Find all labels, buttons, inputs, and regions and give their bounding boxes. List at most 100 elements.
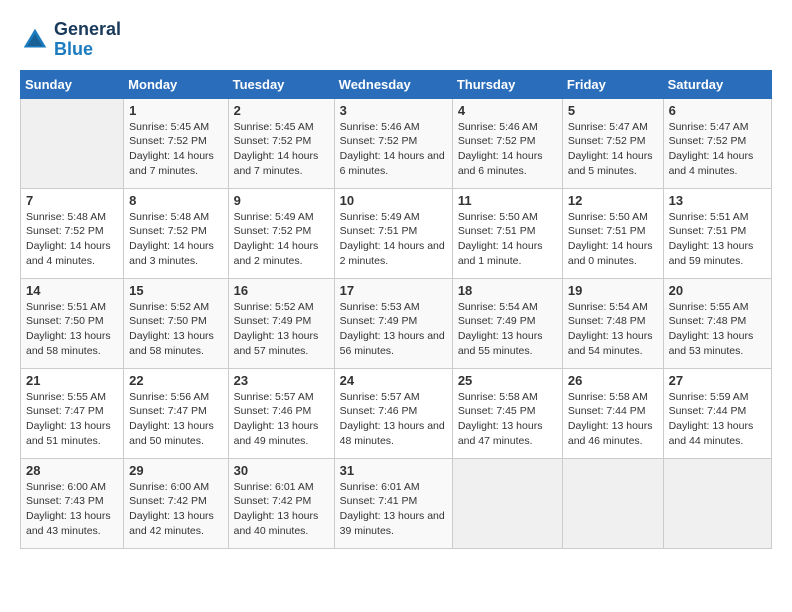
calendar-cell: 10Sunrise: 5:49 AMSunset: 7:51 PMDayligh… bbox=[334, 188, 452, 278]
weekday-header-monday: Monday bbox=[124, 70, 228, 98]
cell-sun-info: Sunrise: 5:45 AMSunset: 7:52 PMDaylight:… bbox=[129, 120, 222, 179]
calendar-week-row: 7Sunrise: 5:48 AMSunset: 7:52 PMDaylight… bbox=[21, 188, 772, 278]
calendar-cell: 5 Sunrise: 5:47 AMSunset: 7:52 PMDaylight… bbox=[562, 98, 663, 188]
weekday-header-saturday: Saturday bbox=[663, 70, 771, 98]
cell-sun-info: Sunrise: 5:54 AMSunset: 7:49 PMDaylight:… bbox=[458, 300, 557, 359]
calendar-week-row: 28Sunrise: 6:00 AMSunset: 7:43 PMDayligh… bbox=[21, 458, 772, 548]
cell-sun-info: Sunrise: 5:49 AMSunset: 7:52 PMDaylight:… bbox=[234, 210, 329, 269]
cell-sun-info: Sunrise: 5:50 AMSunset: 7:51 PMDaylight:… bbox=[458, 210, 557, 269]
day-number: 29 bbox=[129, 463, 222, 478]
day-number: 17 bbox=[340, 283, 447, 298]
cell-sun-info: Sunrise: 5:56 AMSunset: 7:47 PMDaylight:… bbox=[129, 390, 222, 449]
calendar-cell: 23 Sunrise: 5:57 AMSunset: 7:46 PMDayligh… bbox=[228, 368, 334, 458]
calendar-cell: 24 Sunrise: 5:57 AMSunset: 7:46 PMDayligh… bbox=[334, 368, 452, 458]
day-number: 22 bbox=[129, 373, 222, 388]
day-number: 12 bbox=[568, 193, 658, 208]
day-number: 26 bbox=[568, 373, 658, 388]
cell-sun-info: Sunrise: 5:48 AMSunset: 7:52 PMDaylight:… bbox=[26, 210, 118, 269]
calendar-cell: 7Sunrise: 5:48 AMSunset: 7:52 PMDaylight… bbox=[21, 188, 124, 278]
logo: General Blue bbox=[20, 20, 121, 60]
day-number: 9 bbox=[234, 193, 329, 208]
cell-sun-info: Sunrise: 6:01 AMSunset: 7:41 PMDaylight:… bbox=[340, 480, 447, 539]
calendar-cell bbox=[663, 458, 771, 548]
day-number: 30 bbox=[234, 463, 329, 478]
cell-sun-info: Sunrise: 6:00 AMSunset: 7:42 PMDaylight:… bbox=[129, 480, 222, 539]
cell-sun-info: Sunrise: 5:51 AMSunset: 7:51 PMDaylight:… bbox=[669, 210, 766, 269]
calendar-cell: 4 Sunrise: 5:46 AMSunset: 7:52 PMDaylight… bbox=[452, 98, 562, 188]
day-number: 15 bbox=[129, 283, 222, 298]
calendar-cell: 19Sunrise: 5:54 AMSunset: 7:48 PMDayligh… bbox=[562, 278, 663, 368]
cell-sun-info: Sunrise: 5:57 AMSunset: 7:46 PMDaylight:… bbox=[340, 390, 447, 449]
cell-sun-info: Sunrise: 5:57 AMSunset: 7:46 PMDaylight:… bbox=[234, 390, 329, 449]
calendar-cell: 15 Sunrise: 5:52 AMSunset: 7:50 PMDayligh… bbox=[124, 278, 228, 368]
cell-sun-info: Sunrise: 5:52 AMSunset: 7:50 PMDaylight:… bbox=[129, 300, 222, 359]
day-number: 5 bbox=[568, 103, 658, 118]
calendar-cell: 11Sunrise: 5:50 AMSunset: 7:51 PMDayligh… bbox=[452, 188, 562, 278]
cell-sun-info: Sunrise: 5:50 AMSunset: 7:51 PMDaylight:… bbox=[568, 210, 658, 269]
calendar-cell bbox=[562, 458, 663, 548]
day-number: 23 bbox=[234, 373, 329, 388]
calendar-cell: 6Sunrise: 5:47 AMSunset: 7:52 PMDaylight… bbox=[663, 98, 771, 188]
cell-sun-info: Sunrise: 5:46 AMSunset: 7:52 PMDaylight:… bbox=[458, 120, 557, 179]
cell-sun-info: Sunrise: 5:59 AMSunset: 7:44 PMDaylight:… bbox=[669, 390, 766, 449]
calendar-cell: 30 Sunrise: 6:01 AMSunset: 7:42 PMDayligh… bbox=[228, 458, 334, 548]
day-number: 24 bbox=[340, 373, 447, 388]
calendar-cell: 2 Sunrise: 5:45 AMSunset: 7:52 PMDaylight… bbox=[228, 98, 334, 188]
weekday-header-friday: Friday bbox=[562, 70, 663, 98]
cell-sun-info: Sunrise: 5:46 AMSunset: 7:52 PMDaylight:… bbox=[340, 120, 447, 179]
calendar-cell: 13 Sunrise: 5:51 AMSunset: 7:51 PMDayligh… bbox=[663, 188, 771, 278]
cell-sun-info: Sunrise: 5:58 AMSunset: 7:44 PMDaylight:… bbox=[568, 390, 658, 449]
cell-sun-info: Sunrise: 5:47 AMSunset: 7:52 PMDaylight:… bbox=[568, 120, 658, 179]
weekday-header-wednesday: Wednesday bbox=[334, 70, 452, 98]
weekday-header-sunday: Sunday bbox=[21, 70, 124, 98]
calendar-week-row: 21 Sunrise: 5:55 AMSunset: 7:47 PMDayligh… bbox=[21, 368, 772, 458]
calendar-table: SundayMondayTuesdayWednesdayThursdayFrid… bbox=[20, 70, 772, 549]
calendar-cell: 1 Sunrise: 5:45 AMSunset: 7:52 PMDaylight… bbox=[124, 98, 228, 188]
weekday-header-row: SundayMondayTuesdayWednesdayThursdayFrid… bbox=[21, 70, 772, 98]
cell-sun-info: Sunrise: 5:55 AMSunset: 7:48 PMDaylight:… bbox=[669, 300, 766, 359]
day-number: 2 bbox=[234, 103, 329, 118]
day-number: 8 bbox=[129, 193, 222, 208]
calendar-cell bbox=[21, 98, 124, 188]
calendar-cell: 25 Sunrise: 5:58 AMSunset: 7:45 PMDayligh… bbox=[452, 368, 562, 458]
day-number: 14 bbox=[26, 283, 118, 298]
calendar-cell: 9 Sunrise: 5:49 AMSunset: 7:52 PMDaylight… bbox=[228, 188, 334, 278]
day-number: 4 bbox=[458, 103, 557, 118]
cell-sun-info: Sunrise: 5:58 AMSunset: 7:45 PMDaylight:… bbox=[458, 390, 557, 449]
calendar-cell: 27 Sunrise: 5:59 AMSunset: 7:44 PMDayligh… bbox=[663, 368, 771, 458]
calendar-cell: 20 Sunrise: 5:55 AMSunset: 7:48 PMDayligh… bbox=[663, 278, 771, 368]
calendar-cell: 29 Sunrise: 6:00 AMSunset: 7:42 PMDayligh… bbox=[124, 458, 228, 548]
calendar-cell: 21 Sunrise: 5:55 AMSunset: 7:47 PMDayligh… bbox=[21, 368, 124, 458]
cell-sun-info: Sunrise: 5:55 AMSunset: 7:47 PMDaylight:… bbox=[26, 390, 118, 449]
calendar-cell: 16Sunrise: 5:52 AMSunset: 7:49 PMDayligh… bbox=[228, 278, 334, 368]
day-number: 20 bbox=[669, 283, 766, 298]
day-number: 21 bbox=[26, 373, 118, 388]
cell-sun-info: Sunrise: 5:47 AMSunset: 7:52 PMDaylight:… bbox=[669, 120, 766, 179]
cell-sun-info: Sunrise: 5:53 AMSunset: 7:49 PMDaylight:… bbox=[340, 300, 447, 359]
day-number: 25 bbox=[458, 373, 557, 388]
cell-sun-info: Sunrise: 5:45 AMSunset: 7:52 PMDaylight:… bbox=[234, 120, 329, 179]
cell-sun-info: Sunrise: 5:54 AMSunset: 7:48 PMDaylight:… bbox=[568, 300, 658, 359]
weekday-header-tuesday: Tuesday bbox=[228, 70, 334, 98]
calendar-cell: 18 Sunrise: 5:54 AMSunset: 7:49 PMDayligh… bbox=[452, 278, 562, 368]
weekday-header-thursday: Thursday bbox=[452, 70, 562, 98]
cell-sun-info: Sunrise: 5:51 AMSunset: 7:50 PMDaylight:… bbox=[26, 300, 118, 359]
cell-sun-info: Sunrise: 6:01 AMSunset: 7:42 PMDaylight:… bbox=[234, 480, 329, 539]
day-number: 3 bbox=[340, 103, 447, 118]
calendar-cell: 3 Sunrise: 5:46 AMSunset: 7:52 PMDaylight… bbox=[334, 98, 452, 188]
logo-icon bbox=[20, 25, 50, 55]
day-number: 10 bbox=[340, 193, 447, 208]
calendar-cell: 31Sunrise: 6:01 AMSunset: 7:41 PMDayligh… bbox=[334, 458, 452, 548]
day-number: 28 bbox=[26, 463, 118, 478]
calendar-cell: 12 Sunrise: 5:50 AMSunset: 7:51 PMDayligh… bbox=[562, 188, 663, 278]
day-number: 1 bbox=[129, 103, 222, 118]
logo-text: General Blue bbox=[54, 20, 121, 60]
page-header: General Blue bbox=[20, 20, 772, 60]
calendar-cell bbox=[452, 458, 562, 548]
calendar-cell: 8 Sunrise: 5:48 AMSunset: 7:52 PMDaylight… bbox=[124, 188, 228, 278]
day-number: 13 bbox=[669, 193, 766, 208]
day-number: 18 bbox=[458, 283, 557, 298]
cell-sun-info: Sunrise: 5:48 AMSunset: 7:52 PMDaylight:… bbox=[129, 210, 222, 269]
calendar-cell: 22 Sunrise: 5:56 AMSunset: 7:47 PMDayligh… bbox=[124, 368, 228, 458]
day-number: 27 bbox=[669, 373, 766, 388]
